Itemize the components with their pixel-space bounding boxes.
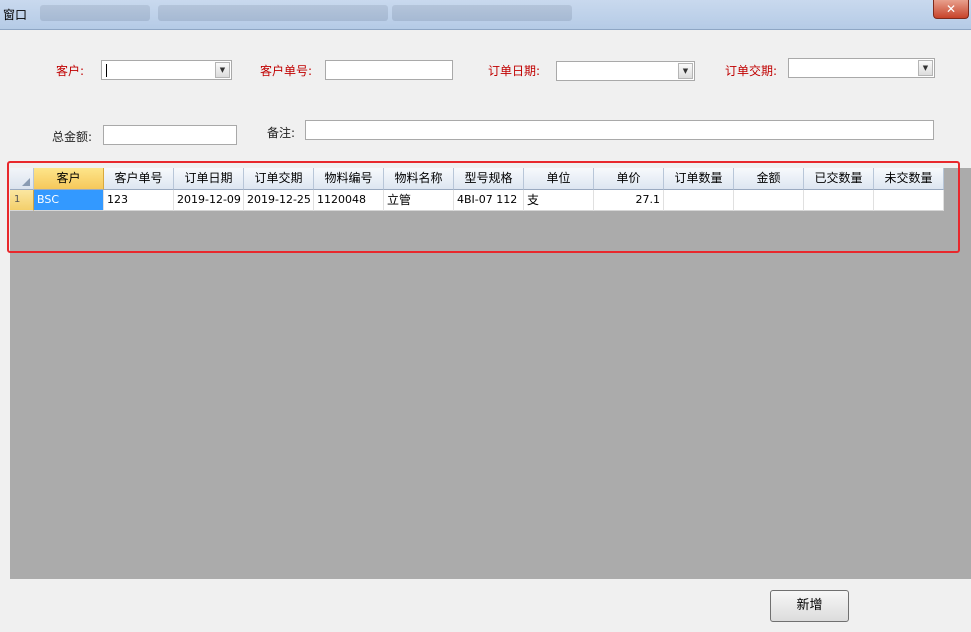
customer-combo[interactable]: ▼ bbox=[101, 60, 232, 80]
total-amount-label: 总金额: bbox=[52, 130, 93, 144]
customer-no-label: 客户单号: bbox=[260, 64, 313, 78]
delivery-date-label: 订单交期: bbox=[725, 64, 778, 78]
delivery-date-picker[interactable]: ▼ bbox=[788, 58, 935, 78]
chevron-down-icon[interactable]: ▼ bbox=[678, 63, 693, 79]
table-row[interactable]: 1 BSC 123 2019-12-09 2019-12-25 1120048 … bbox=[10, 190, 944, 211]
column-header[interactable]: 型号规格 bbox=[454, 168, 524, 190]
cell-amount[interactable] bbox=[734, 190, 804, 211]
column-header[interactable]: 单价 bbox=[594, 168, 664, 190]
chevron-down-icon[interactable]: ▼ bbox=[918, 60, 933, 76]
chevron-down-icon[interactable]: ▼ bbox=[215, 62, 230, 78]
order-date-label: 订单日期: bbox=[488, 64, 541, 78]
grid-header: 客户 客户单号 订单日期 订单交期 物料编号 物料名称 型号规格 单位 单价 订… bbox=[10, 168, 944, 190]
order-date-picker[interactable]: ▼ bbox=[556, 61, 695, 81]
text-caret bbox=[106, 64, 107, 77]
window-title: 窗口 bbox=[3, 8, 28, 22]
select-all-corner[interactable] bbox=[10, 168, 34, 190]
column-header[interactable]: 物料名称 bbox=[384, 168, 454, 190]
cell-order-qty[interactable] bbox=[664, 190, 734, 211]
cell-undelivered-qty[interactable] bbox=[874, 190, 944, 211]
cell-order-date[interactable]: 2019-12-09 bbox=[174, 190, 244, 211]
cell-customer-no[interactable]: 123 bbox=[104, 190, 174, 211]
order-grid[interactable]: 客户 客户单号 订单日期 订单交期 物料编号 物料名称 型号规格 单位 单价 订… bbox=[10, 168, 971, 579]
column-header[interactable]: 未交数量 bbox=[874, 168, 944, 190]
row-index[interactable]: 1 bbox=[10, 190, 34, 211]
column-header[interactable]: 已交数量 bbox=[804, 168, 874, 190]
blurred-toolbar-icons bbox=[158, 5, 388, 21]
add-button[interactable]: 新增 bbox=[770, 590, 849, 622]
cell-material-name[interactable]: 立管 bbox=[384, 190, 454, 211]
close-button[interactable]: ✕ bbox=[933, 0, 969, 19]
column-header[interactable]: 订单日期 bbox=[174, 168, 244, 190]
cell-delivery-date[interactable]: 2019-12-25 bbox=[244, 190, 314, 211]
remark-input[interactable] bbox=[305, 120, 934, 140]
column-header[interactable]: 客户 bbox=[34, 168, 104, 190]
total-amount-input[interactable] bbox=[103, 125, 237, 145]
cell-unit-price[interactable]: 27.1 bbox=[594, 190, 664, 211]
cell-spec[interactable]: 4BI-07 112 bbox=[454, 190, 524, 211]
column-header[interactable]: 单位 bbox=[524, 168, 594, 190]
remark-label: 备注: bbox=[267, 126, 296, 140]
column-header[interactable]: 客户单号 bbox=[104, 168, 174, 190]
column-header[interactable]: 物料编号 bbox=[314, 168, 384, 190]
cell-delivered-qty[interactable] bbox=[804, 190, 874, 211]
column-header[interactable]: 订单交期 bbox=[244, 168, 314, 190]
cell-customer[interactable]: BSC bbox=[34, 190, 104, 211]
blurred-toolbar-combo bbox=[392, 5, 572, 21]
column-header[interactable]: 订单数量 bbox=[664, 168, 734, 190]
cell-unit[interactable]: 支 bbox=[524, 190, 594, 211]
customer-no-input[interactable] bbox=[325, 60, 453, 80]
customer-label: 客户: bbox=[56, 64, 85, 78]
cell-material-no[interactable]: 1120048 bbox=[314, 190, 384, 211]
column-header[interactable]: 金额 bbox=[734, 168, 804, 190]
title-bar: 窗口 ✕ bbox=[0, 0, 971, 30]
blurred-toolbar-icons bbox=[40, 5, 150, 21]
